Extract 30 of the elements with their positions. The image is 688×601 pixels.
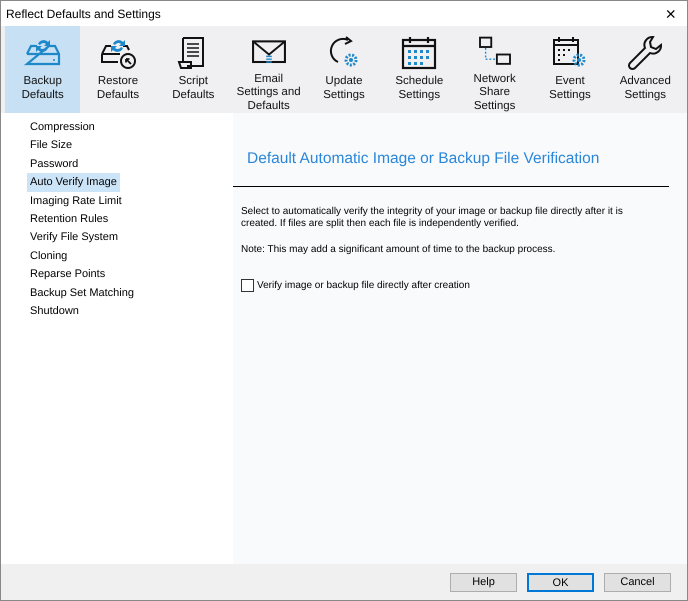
checkbox[interactable] <box>241 279 254 292</box>
toolbar-button[interactable]: Event Settings <box>532 26 608 113</box>
sidebar-item[interactable]: Password <box>27 154 82 174</box>
toolbar-button[interactable]: Backup Defaults <box>5 26 80 113</box>
dialog-button[interactable]: Cancel <box>604 572 671 592</box>
toolbar-button[interactable]: Advanced Settings <box>608 26 683 113</box>
toolbar-button[interactable]: Restore Defaults <box>80 26 156 113</box>
section-heading: Default Automatic Image or Backup File Verification <box>247 149 600 169</box>
dialog-button[interactable]: Help <box>450 572 517 592</box>
sidebar-item[interactable]: File Size <box>27 136 76 155</box>
window-title: Reflect Defaults and Settings <box>6 6 161 22</box>
sidebar-item[interactable]: Backup Set Matching <box>27 284 137 302</box>
sidebar-item[interactable]: Shutdown <box>27 302 82 320</box>
toolbar-button[interactable]: Script Defaults <box>156 26 231 113</box>
toolbar-button[interactable]: Network Share Settings <box>456 26 532 113</box>
checkbox-label[interactable]: Verify image or backup file directly after creation <box>257 278 470 294</box>
toolbar-button[interactable]: Email Settings and Defaults <box>230 26 306 113</box>
close-button[interactable]: × <box>665 4 682 22</box>
sidebar-item[interactable]: Compression <box>27 118 98 136</box>
sidebar-item[interactable]: Retention Rules <box>27 210 112 228</box>
sidebar-item[interactable]: Reparse Points <box>27 265 108 284</box>
sidebar-item[interactable]: Auto Verify Image <box>27 173 120 192</box>
sidebar-item[interactable]: Verify File System <box>27 228 122 247</box>
toolbar-button[interactable]: Schedule Settings <box>382 26 457 113</box>
sidebar-item[interactable]: Cloning <box>27 246 70 266</box>
sidebar-item[interactable]: Imaging Rate Limit <box>27 192 125 210</box>
note-text: Note: This may add a significant amount of time to the backup process. <box>241 243 556 258</box>
toolbar-button[interactable]: Update Settings <box>306 26 382 113</box>
dialog-button[interactable]: OK <box>527 572 594 592</box>
description-text: Select to automatically verify the integrity of your image or backup file directly after it is created. If files are split then each file is independently verified. <box>241 206 624 230</box>
